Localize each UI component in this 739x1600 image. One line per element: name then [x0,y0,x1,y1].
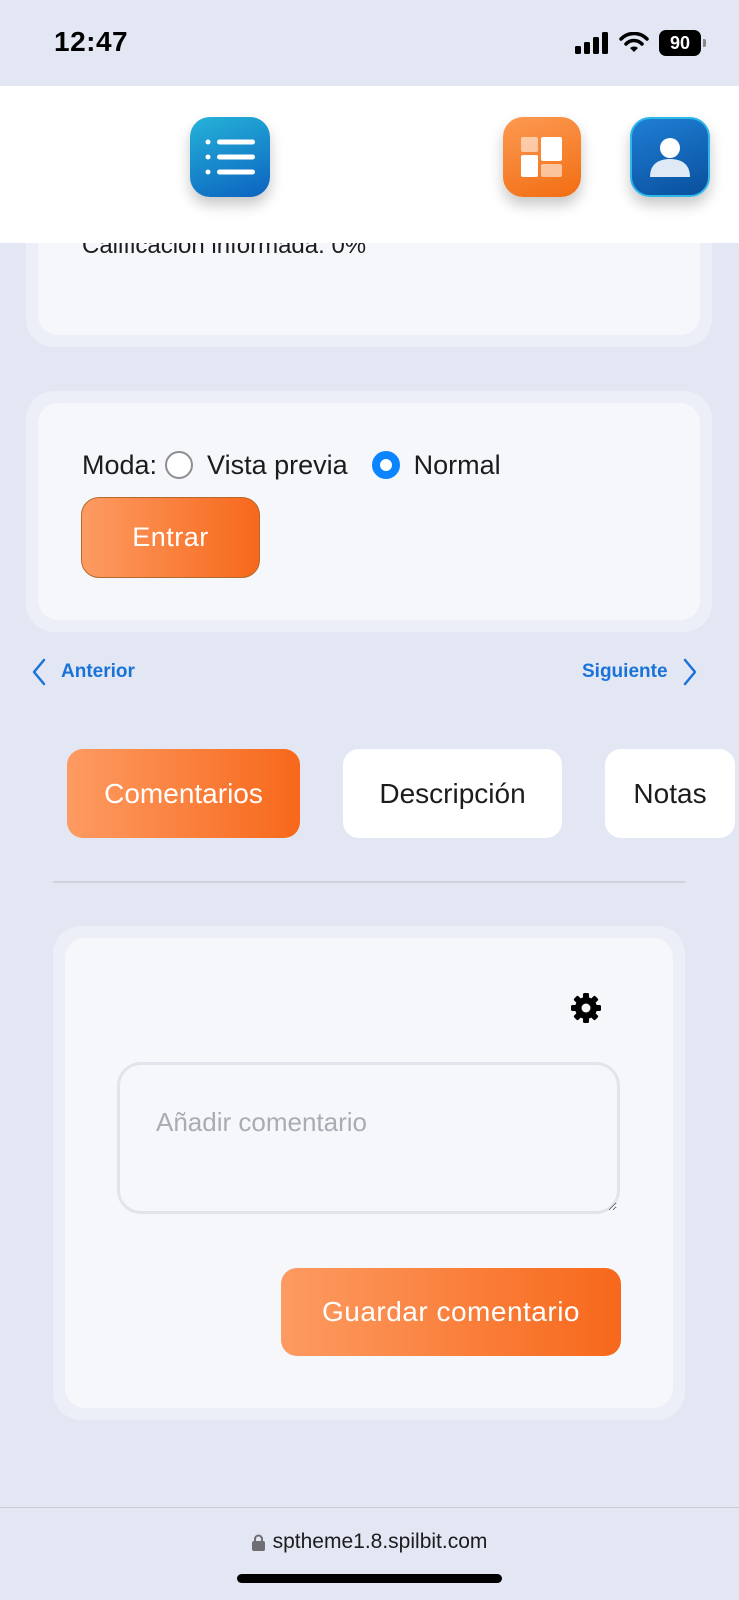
comment-input[interactable] [117,1062,620,1214]
battery-indicator: 90 [659,30,706,56]
radio-preview-label[interactable]: Vista previa [207,450,348,481]
chevron-left-icon [32,658,46,686]
lock-icon [251,1534,265,1551]
app-header [0,86,739,243]
dashboard-button[interactable] [503,117,581,197]
user-icon [650,138,690,177]
status-bar: 12:47 90 [0,0,739,86]
previous-link[interactable]: Anterior [31,657,135,687]
tab-notas[interactable]: Notas [605,749,735,838]
mode-selector: Moda: Vista previa Normal [82,448,501,482]
browser-url-bar[interactable]: sptheme1.8.spilbit.com [0,1507,739,1600]
next-label: Siguiente [582,661,668,682]
chevron-right-icon [683,658,696,686]
previous-label: Anterior [61,661,135,682]
radio-normal-label[interactable]: Normal [414,450,501,481]
save-comment-button[interactable]: Guardar comentario [281,1268,621,1356]
user-profile-button[interactable] [630,117,710,197]
battery-level: 90 [669,32,691,53]
gear-icon[interactable] [570,992,602,1024]
wifi-icon [619,32,649,52]
radio-normal[interactable] [371,451,400,479]
next-link[interactable]: Siguiente [582,657,698,687]
status-time: 12:47 [54,26,129,57]
tab-descripcion[interactable]: Descripción [343,749,562,838]
mode-label: Moda: [82,449,158,480]
home-indicator[interactable] [237,1574,502,1583]
tabs-divider [53,881,685,883]
enter-button[interactable]: Entrar [81,497,260,578]
list-menu-icon [205,139,255,175]
radio-preview[interactable] [165,451,194,479]
menu-button[interactable] [190,117,270,197]
url-text: sptheme1.8.spilbit.com [272,1530,488,1553]
status-icons: 90 [575,30,706,56]
dashboard-icon [521,137,562,177]
cellular-signal-icon [575,32,608,54]
tab-comentarios[interactable]: Comentarios [67,749,300,838]
url-row: sptheme1.8.spilbit.com [0,1530,739,1554]
